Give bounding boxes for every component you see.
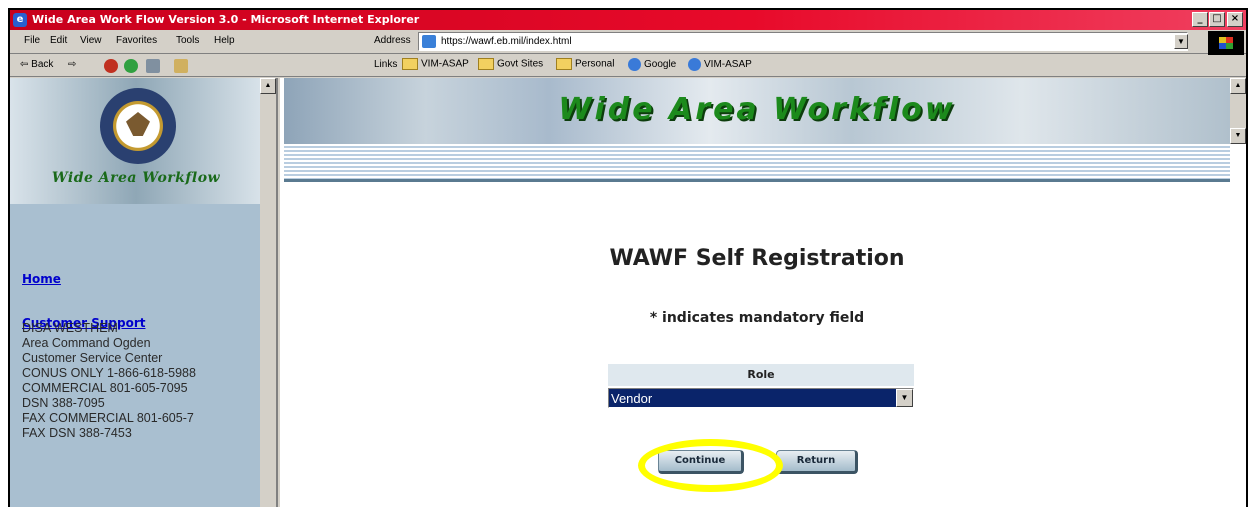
- sidebar-title: Wide Area Workflow: [51, 170, 221, 186]
- page-title: WAWF Self Registration: [609, 246, 905, 271]
- eagle-icon: [126, 112, 150, 136]
- browser-window: e Wide Area Work Flow Version 3.0 - Micr…: [8, 8, 1248, 507]
- home-button[interactable]: [146, 59, 160, 73]
- main-frame: Wide Area Workflow ▲ ▼ WAWF Self Registr…: [280, 78, 1246, 507]
- info-line: Area Command Ogden: [22, 336, 151, 350]
- back-arrow-icon: ⇦: [20, 59, 29, 70]
- stop-icon: [104, 59, 118, 73]
- address-bar[interactable]: https://wawf.eb.mil/index.html: [418, 32, 1188, 51]
- address-label: Address: [374, 35, 411, 46]
- link-label: Personal: [575, 58, 615, 70]
- address-url[interactable]: https://wawf.eb.mil/index.html: [441, 36, 572, 47]
- menu-edit[interactable]: Edit: [50, 35, 67, 46]
- home-icon: [146, 59, 160, 73]
- info-line: FAX DSN 388-7453: [22, 426, 132, 440]
- menu-favorites[interactable]: Favorites: [116, 35, 157, 46]
- link-vim-asap[interactable]: VIM-ASAP: [402, 58, 469, 70]
- return-button[interactable]: Return: [776, 450, 858, 474]
- info-line: DISA WESTHEM: [22, 321, 118, 335]
- menu-view[interactable]: View: [80, 35, 102, 46]
- left-frame: Wide Area Workflow Home Customer Support…: [10, 78, 278, 507]
- globe-icon: [688, 58, 701, 71]
- role-select[interactable]: Vendor ▼: [608, 388, 914, 408]
- scroll-up-button[interactable]: ▲: [1230, 78, 1246, 94]
- role-label: Role: [608, 364, 914, 386]
- close-button[interactable]: ×: [1227, 12, 1243, 27]
- page-icon: [422, 35, 436, 48]
- mandatory-note: * indicates mandatory field: [649, 310, 865, 326]
- history-icon: [174, 59, 188, 73]
- folder-icon: [556, 58, 572, 70]
- folder-icon: [402, 58, 418, 70]
- back-label: Back: [31, 59, 54, 70]
- banner-scrollbar[interactable]: ▲ ▼: [1230, 78, 1246, 144]
- links-label: Links: [374, 59, 398, 70]
- minimize-button[interactable]: _: [1192, 12, 1208, 27]
- contact-info: DISA WESTHEM Area Command Ogden Customer…: [22, 321, 196, 441]
- link-label: Google: [644, 59, 677, 71]
- history-button[interactable]: [174, 59, 188, 73]
- globe-icon: [628, 58, 641, 71]
- scroll-up-button[interactable]: ▲: [260, 78, 276, 94]
- link-personal[interactable]: Personal: [556, 58, 614, 70]
- forward-button[interactable]: ⇨: [68, 59, 76, 70]
- info-line: CONUS ONLY 1-866-618-5988: [22, 366, 196, 380]
- refresh-button[interactable]: [124, 59, 138, 73]
- link-vim-asap-2[interactable]: VIM-ASAP: [688, 58, 752, 71]
- highlight-circle: [638, 439, 783, 492]
- ie-logo-icon: e: [13, 13, 27, 27]
- link-label: Govt Sites: [497, 58, 544, 70]
- link-label: VIM-ASAP: [704, 59, 752, 71]
- info-line: COMMERCIAL 801-605-7095: [22, 381, 188, 395]
- chevron-down-icon[interactable]: ▼: [896, 389, 913, 407]
- window-title: Wide Area Work Flow Version 3.0 - Micros…: [32, 13, 420, 26]
- left-banner: Wide Area Workflow: [10, 78, 262, 204]
- toolbar: ⇦ Back ⇨ Links VIM-ASAP Govt Sites Perso…: [10, 55, 1246, 77]
- stop-button[interactable]: [104, 59, 118, 73]
- role-selected-value[interactable]: Vendor: [611, 391, 652, 406]
- link-google[interactable]: Google: [628, 58, 676, 71]
- menu-help[interactable]: Help: [214, 35, 235, 46]
- folder-icon: [478, 58, 494, 70]
- maximize-button[interactable]: □: [1209, 12, 1225, 27]
- refresh-icon: [124, 59, 138, 73]
- menu-bar: File Edit View Favorites Tools Help Addr…: [10, 30, 1246, 71]
- left-scrollbar[interactable]: ▲: [260, 78, 276, 507]
- banner-title: Wide Area Workflow: [558, 92, 956, 127]
- link-govt-sites[interactable]: Govt Sites: [478, 58, 543, 70]
- banner-stripes: [284, 144, 1230, 180]
- menu-file[interactable]: File: [24, 35, 40, 46]
- address-dropdown-button[interactable]: ▼: [1174, 34, 1188, 49]
- info-line: Customer Service Center: [22, 351, 163, 365]
- title-bar: e Wide Area Work Flow Version 3.0 - Micr…: [10, 10, 1246, 30]
- menu-tools[interactable]: Tools: [176, 35, 199, 46]
- info-line: FAX COMMERCIAL 801-605-7: [22, 411, 194, 425]
- back-button[interactable]: ⇦ Back: [20, 59, 53, 70]
- dod-seal-icon: [100, 88, 176, 164]
- info-line: DSN 388-7095: [22, 396, 105, 410]
- wawf-banner: Wide Area Workflow: [284, 78, 1230, 144]
- link-label: VIM-ASAP: [421, 58, 469, 70]
- scroll-down-button[interactable]: ▼: [1230, 128, 1246, 144]
- nav-home-link[interactable]: Home: [22, 272, 61, 286]
- banner-divider: [284, 179, 1230, 182]
